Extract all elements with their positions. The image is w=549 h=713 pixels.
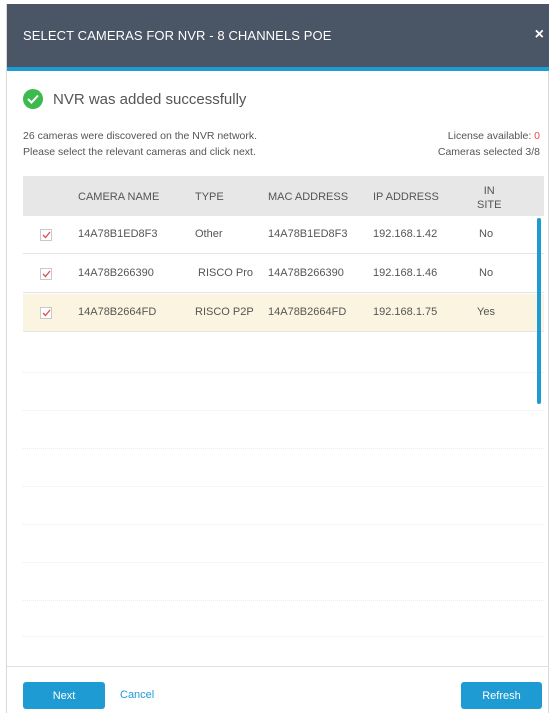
cell-camera-name: 14A78B266390 [78,267,154,279]
header-in-site[interactable]: IN SITE [477,184,501,212]
license-value: 0 [534,130,540,142]
empty-row-divider [23,562,544,563]
row-checkbox[interactable] [40,268,52,280]
row-checkbox[interactable] [40,229,52,241]
header-type[interactable]: TYPE [195,191,224,203]
header-mac-address[interactable]: MAC ADDRESS [268,191,348,203]
discovery-info: 26 cameras were discovered on the NVR ne… [23,128,257,160]
refresh-button[interactable]: Refresh [461,682,542,709]
close-icon[interactable]: × [535,26,544,44]
header-in-site-line2: SITE [477,199,502,211]
cell-ip-address: 192.168.1.42 [373,228,438,240]
cell-type: Other [195,228,223,240]
success-message: NVR was added successfully [23,88,246,110]
cell-in-site: No [479,228,494,240]
license-available: License available: 0 [438,128,540,144]
empty-row-divider [23,600,544,601]
empty-row-divider [23,372,544,373]
cameras-selected: Cameras selected 3/8 [437,146,540,158]
table-row[interactable]: 14A78B1ED8F3 Other 14A78B1ED8F3 192.168.… [23,216,544,254]
header-in-site-line1: IN [483,185,495,197]
select-cameras-dialog: SELECT CAMERAS FOR NVR - 8 CHANNELS POE … [6,4,549,713]
empty-row-divider [23,410,544,411]
check-circle-icon [23,89,43,109]
empty-row-divider [23,486,544,487]
cell-type: RISCO P2P [195,306,254,318]
table-scrollbar[interactable] [537,218,541,404]
cell-mac-address: 14A78B266390 [268,267,344,279]
cameras-table: CAMERA NAME TYPE MAC ADDRESS IP ADDRESS … [23,176,544,642]
check-icon [42,309,51,317]
table-row[interactable]: 14A78B2664FD RISCO P2P 14A78B2664FD 192.… [23,294,544,332]
cancel-link[interactable]: Cancel [120,689,154,701]
table-row[interactable]: 14A78B266390 RISCO Pro 14A78B266390 192.… [23,255,544,293]
dialog-header: SELECT CAMERAS FOR NVR - 8 CHANNELS POE … [7,4,549,67]
empty-row-divider [23,636,544,637]
empty-row-divider [23,524,544,525]
header-ip-address[interactable]: IP ADDRESS [373,191,439,203]
header-accent-bar [7,67,549,71]
table-header: CAMERA NAME TYPE MAC ADDRESS IP ADDRESS … [23,176,544,216]
check-icon [42,231,51,239]
footer-divider [7,666,549,667]
next-button[interactable]: Next [23,682,105,709]
discovery-count-text: 26 cameras were discovered on the NVR ne… [23,130,258,142]
cell-ip-address: 192.168.1.75 [373,306,438,318]
cell-in-site: Yes [477,306,495,318]
success-text: NVR was added successfully [53,90,247,108]
cell-ip-address: 192.168.1.46 [373,267,438,279]
cell-camera-name: 14A78B2664FD [78,306,157,318]
row-checkbox[interactable] [40,307,52,319]
dialog-title: SELECT CAMERAS FOR NVR - 8 CHANNELS POE [23,28,332,43]
cell-mac-address: 14A78B2664FD [268,306,347,318]
cell-mac-address: 14A78B1ED8F3 [268,228,348,240]
check-icon [42,270,51,278]
license-info: License available: 0 Cameras selected 3/… [438,128,540,160]
license-label: License available: [447,130,535,142]
cell-type: RISCO Pro [198,267,254,279]
cell-camera-name: 14A78B1ED8F3 [78,228,158,240]
cell-in-site: No [479,267,494,279]
instruction-text: Please select the relevant cameras and c… [23,146,256,158]
header-camera-name[interactable]: CAMERA NAME [78,191,159,203]
empty-row-divider [23,448,544,449]
